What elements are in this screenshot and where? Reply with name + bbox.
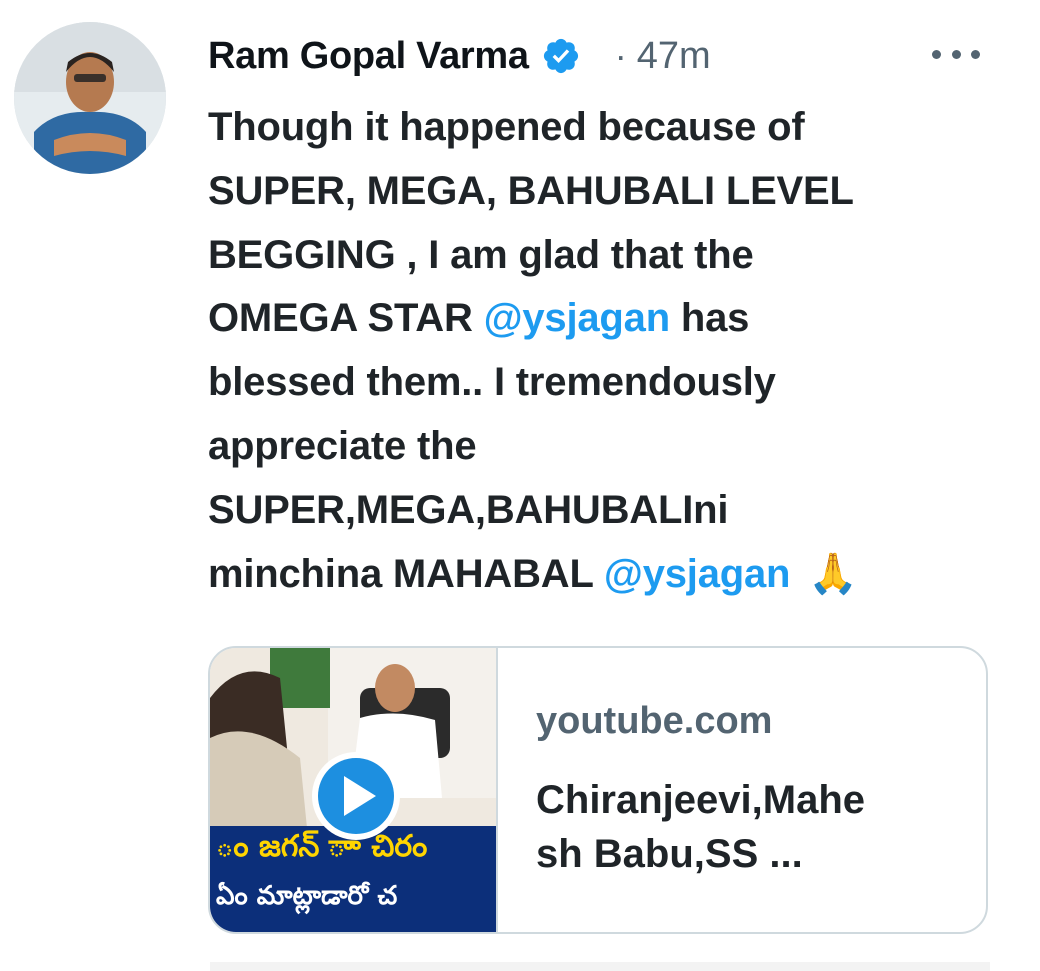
video-thumbnail[interactable]: ం జగన్ ాా చిరం ఏం మాట్లాడారో చ	[210, 648, 498, 932]
tweet-text-segment: OMEGA STAR	[208, 296, 484, 341]
tweet-header: Ram Gopal Varma · 47m	[208, 28, 980, 84]
tweet-line: BEGGING , I am glad that the	[208, 224, 1008, 288]
thumb-caption-2: ఏం మాట్లాడారో చ	[216, 881, 397, 915]
mention-link[interactable]: @ysjagan	[604, 552, 791, 596]
tweet-line: appreciate the	[208, 415, 1008, 479]
timestamp[interactable]: 47m	[637, 35, 711, 78]
link-card[interactable]: ం జగన్ ాా చిరం ఏం మాట్లాడారో చ youtube.c…	[208, 646, 988, 934]
folded-hands-emoji: 🙏	[808, 551, 858, 596]
card-body: youtube.com Chiranjeevi,Mahe sh Babu,SS …	[536, 700, 966, 881]
tweet-text-segment: SUPER, MEGA, BAHUBALI LEVEL	[208, 168, 854, 213]
tweet-text-segment: blessed them.. I tremendously	[208, 360, 776, 405]
tweet-line: SUPER,MEGA,BAHUBALIni	[208, 479, 1008, 543]
tweet-text-segment: Though it happened because of	[208, 105, 805, 149]
tweet-text: Though it happened because of SUPER, MEGA…	[208, 96, 1008, 606]
tweet-text-segment: has	[669, 296, 750, 341]
author-name[interactable]: Ram Gopal Varma	[208, 35, 529, 78]
tweet-line: OMEGA STAR @ysjagan has	[208, 287, 1008, 351]
tweet-line: minchina MAHABAL @ysjagan 🙏	[208, 543, 1008, 607]
thumb-caption-1: ం జగన్ ాా చిరం	[216, 829, 427, 864]
tweet-text-segment: appreciate the	[208, 423, 477, 468]
verified-badge-icon	[543, 38, 578, 74]
more-options-icon[interactable]	[932, 32, 980, 76]
next-tweet-edge	[210, 962, 990, 971]
tweet-text-segment: BEGGING , I am glad that the	[208, 232, 754, 277]
tweet-text-segment: minchina MAHABAL	[208, 551, 604, 596]
card-domain: youtube.com	[536, 700, 773, 742]
separator-dot: ·	[614, 35, 627, 76]
tweet-line: SUPER, MEGA, BAHUBALI LEVEL	[208, 160, 1008, 224]
tweet-line: blessed them.. I tremendously	[208, 351, 1008, 415]
avatar[interactable]	[14, 22, 166, 174]
mention-link[interactable]: @ysjagan	[484, 296, 671, 340]
tweet-text-segment: SUPER,MEGA,BAHUBALIni	[208, 487, 729, 532]
tweet-line: Though it happened because of	[208, 96, 1008, 160]
card-title: Chiranjeevi,Mahe sh Babu,SS ...	[536, 778, 866, 876]
